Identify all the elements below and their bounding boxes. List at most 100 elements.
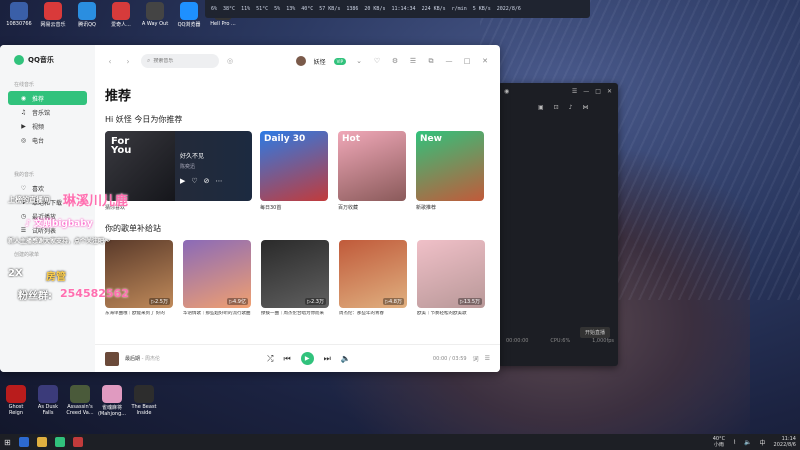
settings-icon[interactable]: ⚙: [390, 57, 400, 65]
recommend-card[interactable]: Hot 百万收藏: [338, 131, 406, 211]
heart-icon[interactable]: ♡: [191, 177, 197, 185]
sidebar-item[interactable]: ◎ 电台: [8, 133, 87, 147]
sysbar-stat: 51°C: [256, 6, 269, 12]
desktop-icon[interactable]: 网易云音乐: [38, 2, 68, 32]
playback-time: 00:00 / 03:59: [432, 355, 467, 362]
recommend-caption: 新歌推荐: [416, 205, 437, 211]
mic-icon[interactable]: ◎: [227, 57, 233, 65]
recommend-tag: Daily 30: [264, 134, 306, 144]
maximize-icon[interactable]: □: [462, 57, 472, 65]
avatar[interactable]: [295, 56, 306, 66]
desktop-icon[interactable]: A Way Out: [140, 2, 170, 32]
search-taskbar-icon[interactable]: [18, 437, 29, 447]
dislike-icon[interactable]: ⊘: [204, 177, 210, 185]
side-window[interactable]: ◉ ☰ — □ ✕ ▣ ⊡ ♪ ⋈ 开始直播 00:00:00 CPU:6% 1…: [498, 83, 618, 366]
now-playing-cover[interactable]: [105, 351, 119, 366]
menu-icon[interactable]: ☰: [572, 88, 577, 95]
side-window-titlebar[interactable]: ◉ ☰ — □ ✕: [498, 83, 618, 99]
desktop-icon-label: 爱奇人...: [111, 22, 131, 28]
playlist-card[interactable]: ▷2.5万 东海单曲哦｜欧能来到了 好的: [105, 240, 173, 323]
app-icon: [10, 2, 28, 20]
play-button[interactable]: ▶: [300, 352, 314, 365]
desktop-icon[interactable]: The Beast Inside: [130, 385, 158, 417]
playlist-caption: 欧美｜节奏轻松的欧美歌: [417, 311, 467, 316]
file-explorer-icon[interactable]: [36, 437, 47, 447]
start-live-button[interactable]: 开始直播: [579, 327, 610, 338]
prev-icon[interactable]: ⏮: [283, 354, 290, 364]
minimize-icon[interactable]: —: [583, 88, 589, 95]
vip-badge[interactable]: VIP: [333, 57, 346, 65]
desktop-icon[interactable]: 雀魂麻将 (Mahjong...: [98, 385, 126, 417]
video-icon: ▶: [21, 122, 26, 130]
playlist-card[interactable]: ▷4.8万 周杰伦：那些年的青春: [339, 240, 407, 323]
desktop-icon[interactable]: 10830766: [4, 2, 34, 32]
overlay-support-text: 新人主播感谢大家支持，点个关注吧～: [8, 238, 111, 245]
sysbar-stat: 5%: [274, 6, 281, 12]
close-icon[interactable]: ✕: [607, 88, 612, 95]
playlist-card[interactable]: ▷4.9亿 华语情歌｜那些超好听的流行歌曲: [183, 240, 251, 323]
next-icon[interactable]: ⏭: [324, 354, 331, 364]
bell-icon[interactable]: ♪: [569, 104, 573, 111]
playlist-card[interactable]: ▷13.5万欧美｜节奏轻松的欧美歌: [417, 240, 485, 323]
overlay-fans-label: 粉丝群:: [18, 291, 52, 302]
sysbar-stat: r/min: [451, 6, 467, 12]
maximize-icon[interactable]: □: [595, 88, 601, 95]
sidebar-item[interactable]: ▶ 视频: [8, 119, 87, 133]
menu-icon[interactable]: ☰: [408, 57, 418, 65]
recommend-card[interactable]: Daily 30 每日30首: [260, 131, 328, 211]
chevron-down-icon[interactable]: ⌄: [354, 57, 364, 65]
playlist-icon[interactable]: ☰: [485, 355, 490, 362]
playlist-caption: 周杰伦：那些年的青春: [339, 311, 384, 316]
now-playing-meta: 最后期 - 周杰伦: [125, 356, 161, 362]
lock-icon[interactable]: ⊡: [554, 104, 559, 111]
username[interactable]: 妖怪: [314, 57, 326, 66]
desktop-icon[interactable]: 爱奇人...: [106, 2, 136, 32]
desktop-icon-label: QQ浏览器: [177, 22, 201, 28]
play-icon[interactable]: ▶: [180, 177, 185, 185]
playlist-play-count: ▷13.5万: [458, 298, 482, 305]
volume-icon[interactable]: 🔈: [341, 354, 351, 363]
more-icon[interactable]: ⋯: [216, 177, 223, 185]
forward-arrow-icon[interactable]: ›: [123, 57, 133, 66]
start-icon[interactable]: ⊞: [4, 438, 11, 447]
skin-icon[interactable]: ♡: [372, 57, 382, 65]
mini-mode-icon[interactable]: ⧉: [426, 57, 436, 66]
wifi-icon[interactable]: ⌇: [733, 439, 736, 446]
search-input[interactable]: [153, 58, 214, 64]
back-arrow-icon[interactable]: ‹: [105, 57, 115, 66]
minimize-icon[interactable]: —: [444, 57, 454, 65]
desktop-icon-label: Ghost Reign: [8, 404, 24, 416]
close-icon[interactable]: ✕: [480, 57, 490, 65]
desktop-icon[interactable]: As Dusk Falls: [34, 385, 62, 417]
weather-widget[interactable]: 40°C 小雨: [713, 436, 725, 448]
share-icon[interactable]: ⋈: [583, 104, 589, 111]
desktop-icon[interactable]: 腾讯QQ: [72, 2, 102, 32]
stat-cpu: CPU:6%: [550, 338, 571, 344]
desktop-icon[interactable]: Assassin's Creed Va...: [66, 385, 94, 417]
app-taskbar-icon[interactable]: [72, 437, 83, 447]
overlay-line1: 上榜的直播间: [8, 196, 50, 204]
shuffle-icon[interactable]: ⤮: [267, 354, 273, 364]
now-playing-artist[interactable]: 周杰伦: [145, 356, 160, 362]
browser-icon[interactable]: [54, 437, 65, 447]
recommend-card[interactable]: New 新歌推荐: [416, 131, 484, 211]
playlist-caption: 东海单曲哦｜欧能来到了 好的: [105, 311, 165, 316]
camera-icon[interactable]: ◉: [504, 88, 509, 95]
app-logo: QQ音乐: [0, 45, 95, 75]
now-playing-song[interactable]: 最后期: [125, 356, 140, 362]
playlist-card[interactable]: ▷2.3万 撩拨一曲｜周杰伦合唱为你而来: [261, 240, 329, 323]
clock[interactable]: 11:14 2022/8/6: [774, 436, 796, 448]
sidebar-item[interactable]: ◉ 推荐: [8, 91, 87, 105]
sidebar-item[interactable]: ♫ 音乐馆: [8, 105, 87, 119]
lyrics-icon[interactable]: 词: [473, 354, 479, 363]
desktop-icon[interactable]: Ghost Reign: [2, 385, 30, 417]
side-window-toolbar: ▣ ⊡ ♪ ⋈: [498, 99, 618, 115]
cart-icon[interactable]: ▣: [538, 104, 544, 111]
desktop-icon[interactable]: QQ浏览器: [174, 2, 204, 32]
search-box[interactable]: ⌕: [141, 54, 219, 68]
overlay-badge: 2X: [8, 268, 23, 279]
featured-artist: 陈奕迅: [180, 164, 196, 170]
volume-tray-icon[interactable]: 🔈: [744, 439, 751, 446]
app-icon: [180, 2, 198, 20]
ime-icon[interactable]: 中: [760, 438, 766, 447]
